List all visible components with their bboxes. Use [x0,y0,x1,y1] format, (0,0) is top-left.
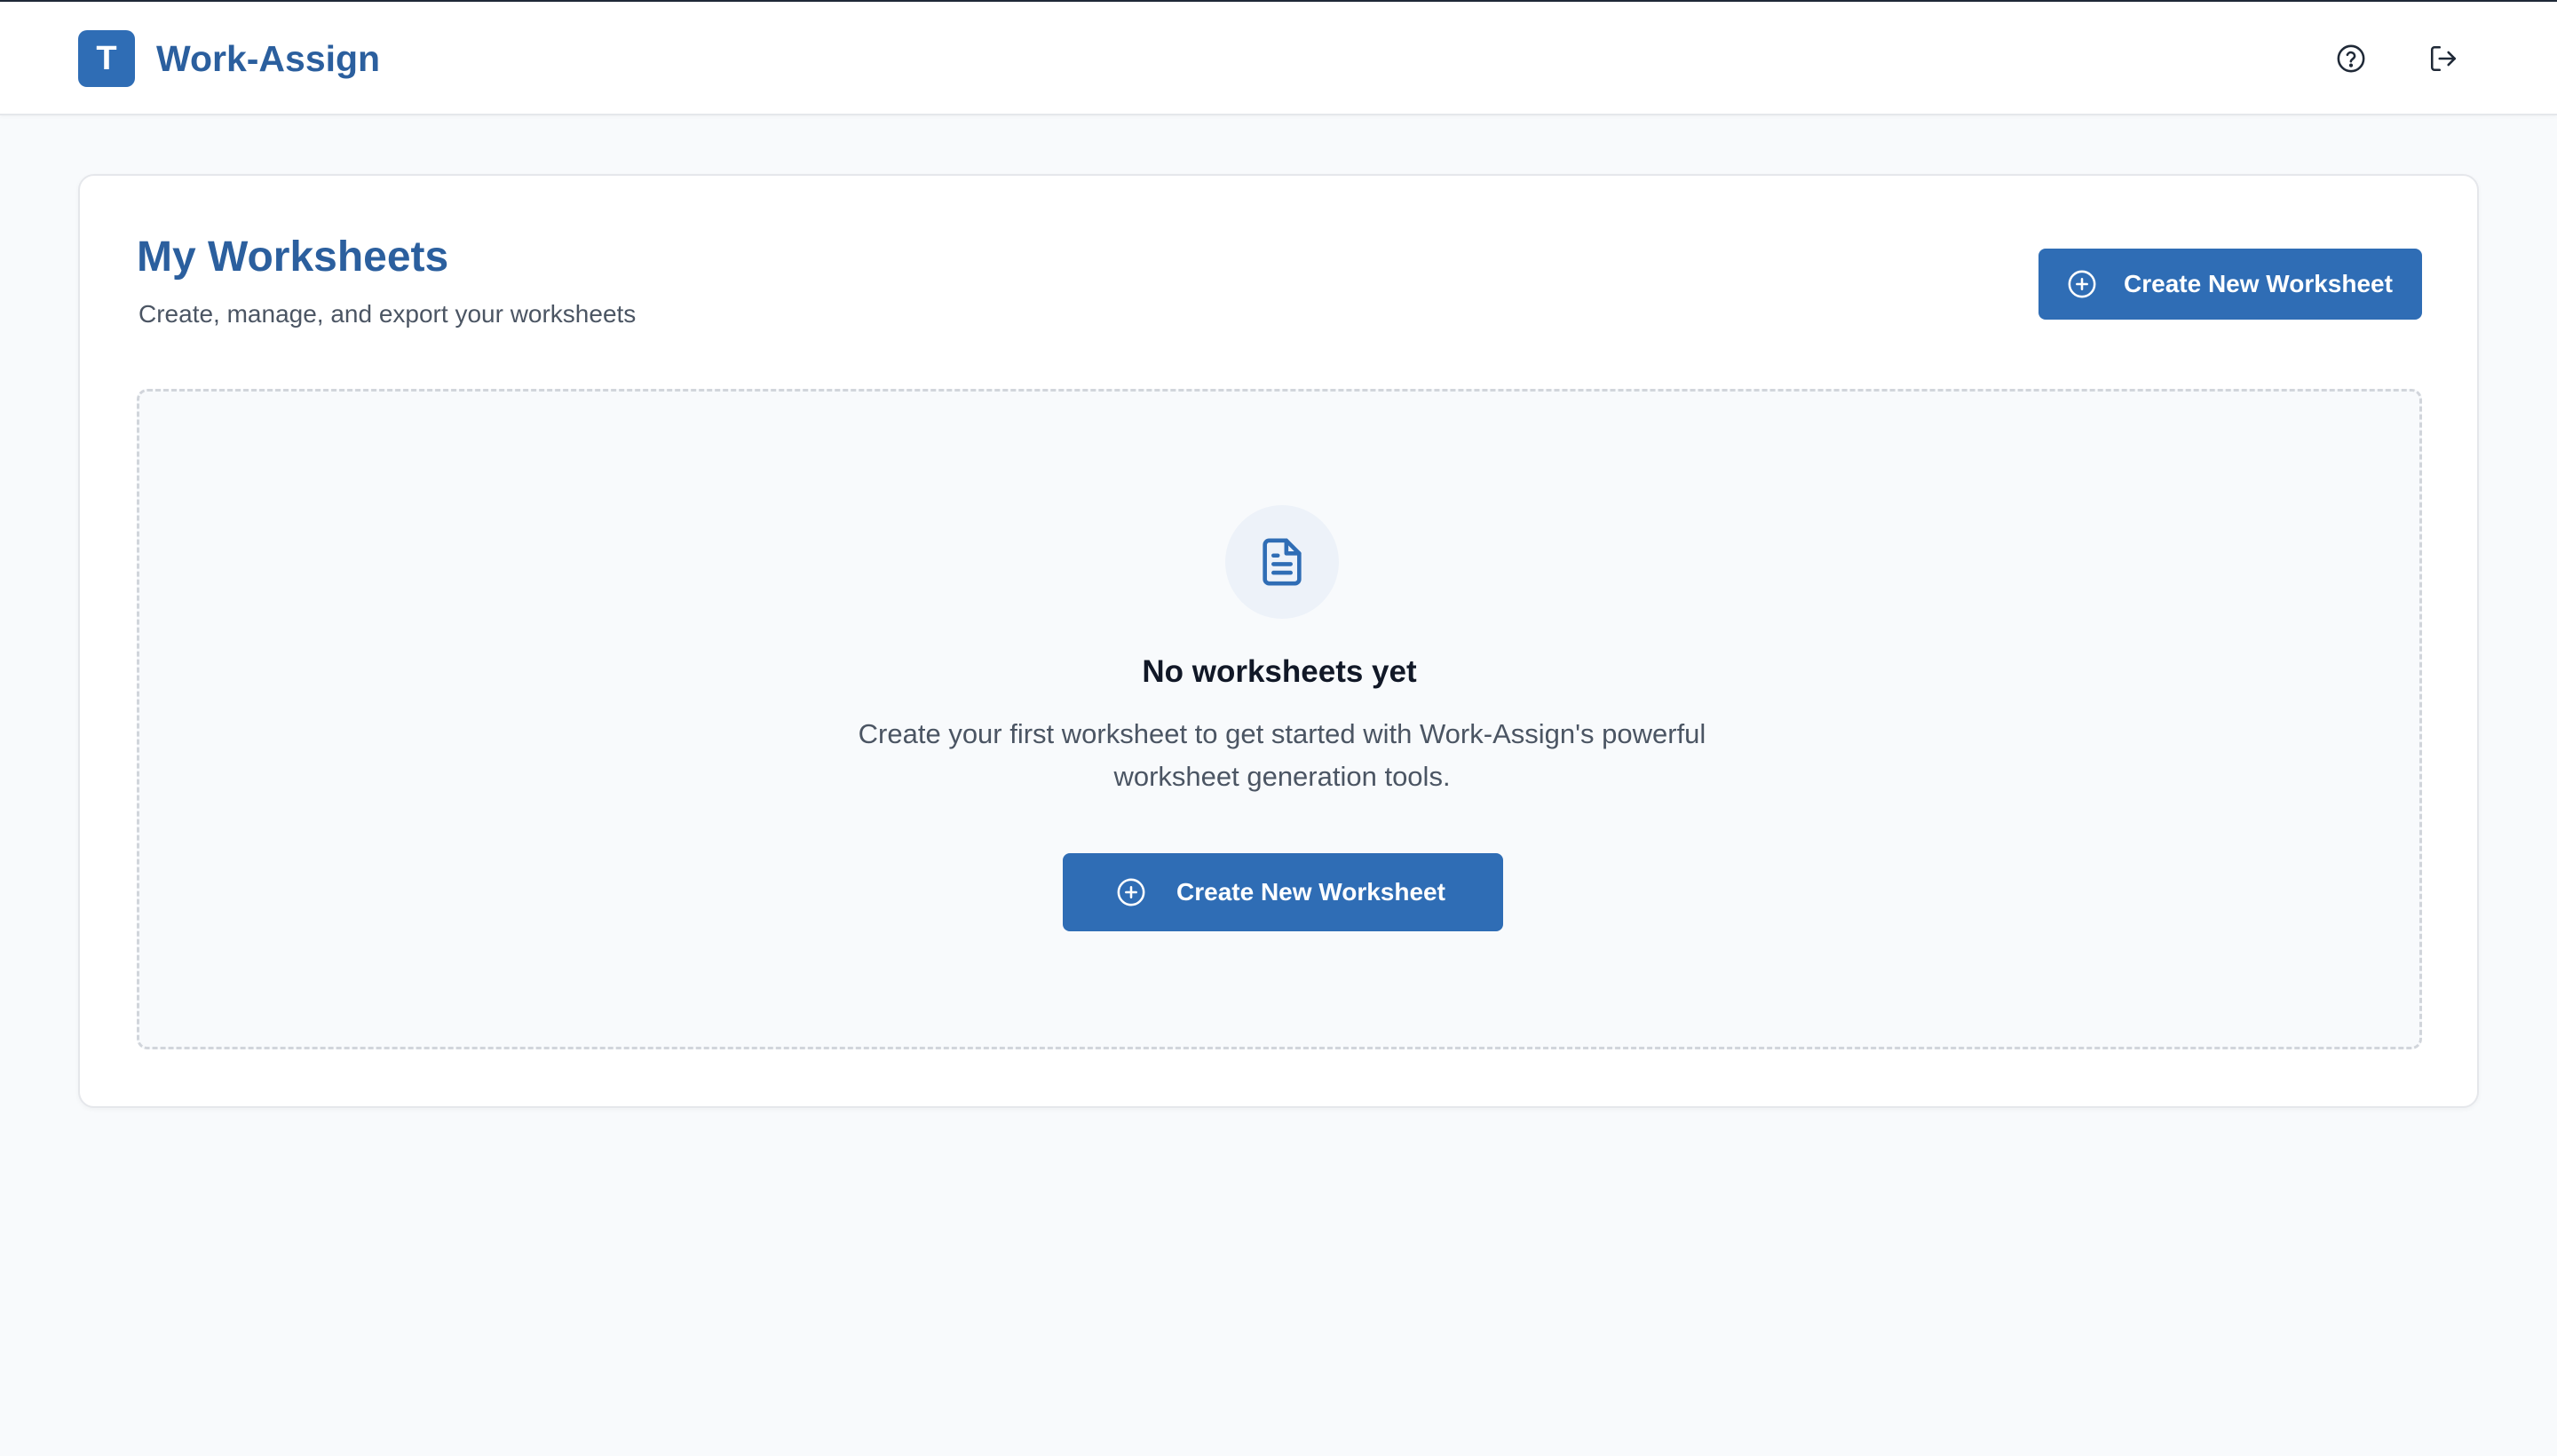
logout-icon [2430,45,2457,72]
plus-circle-icon [1117,878,1145,906]
document-icon [1263,538,1302,586]
empty-state-description: Create your first worksheet to get start… [858,718,1706,792]
create-worksheet-button-label: Create New Worksheet [2124,270,2393,297]
app-name[interactable]: Work-Assign [156,32,380,85]
help-circle-icon [2337,44,2365,73]
app-logo[interactable]: T [78,30,135,87]
create-worksheet-button[interactable]: Create New Worksheet [2038,249,2422,320]
empty-state: No worksheets yet Create your first work… [137,389,2422,1049]
app-header: T Work-Assign [0,2,2557,115]
empty-state-title: No worksheets yet [1142,654,1417,689]
plus-circle-icon [2068,270,2096,298]
logo-letter: T [96,39,117,77]
help-button[interactable] [2331,39,2371,78]
page-title: My Worksheets [137,233,449,281]
worksheets-card: My Worksheets Create, manage, and export… [78,174,2479,1108]
create-first-worksheet-button-label: Create New Worksheet [1176,878,1445,906]
empty-state-icon-circle [1225,505,1339,619]
create-first-worksheet-button[interactable]: Create New Worksheet [1063,853,1503,931]
logout-button[interactable] [2424,39,2463,78]
page-subtitle: Create, manage, and export your workshee… [139,300,637,328]
